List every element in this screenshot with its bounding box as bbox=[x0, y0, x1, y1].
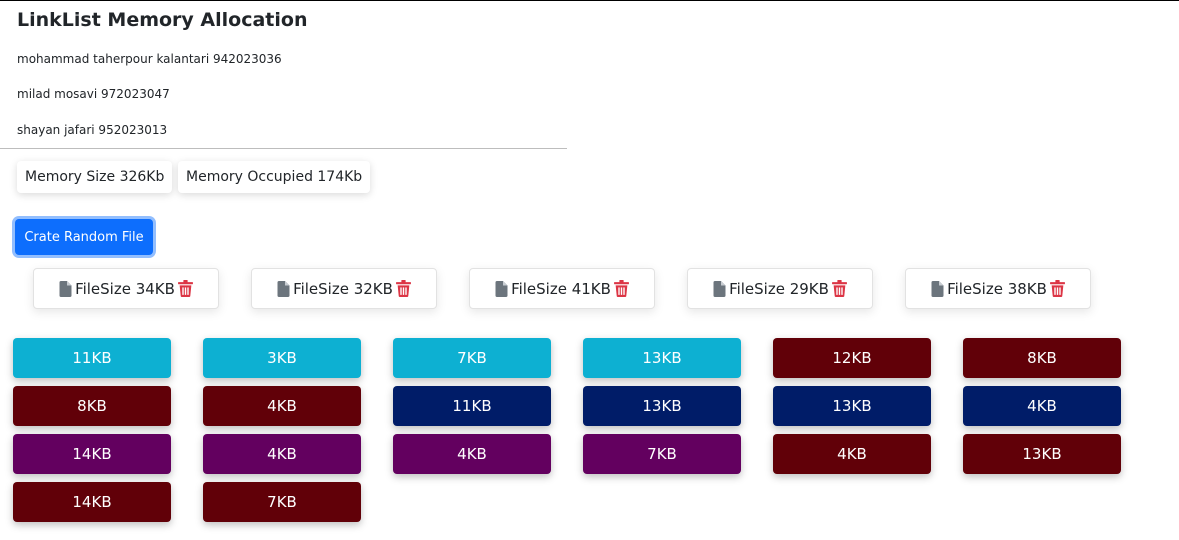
memory-block: 4KB bbox=[773, 434, 931, 474]
file-icon bbox=[495, 280, 508, 297]
memory-block: 13KB bbox=[963, 434, 1121, 474]
trash-icon[interactable] bbox=[178, 280, 193, 297]
memory-block: 8KB bbox=[963, 338, 1121, 378]
memory-block: 14KB bbox=[13, 434, 171, 474]
header-divider bbox=[0, 148, 567, 149]
trash-icon[interactable] bbox=[396, 280, 411, 297]
memory-block: 3KB bbox=[203, 338, 361, 378]
file-size-label: FileSize 34KB bbox=[75, 279, 175, 298]
memory-block: 14KB bbox=[13, 482, 171, 522]
file-card: FileSize 41KB bbox=[469, 268, 655, 309]
memory-block: 11KB bbox=[393, 386, 551, 426]
file-icon bbox=[59, 280, 72, 297]
memory-block: 8KB bbox=[13, 386, 171, 426]
author-line: mohammad taherpour kalantari 942023036 bbox=[17, 52, 282, 66]
memory-block: 7KB bbox=[393, 338, 551, 378]
memory-block: 12KB bbox=[773, 338, 931, 378]
memory-occupied-card: Memory Occupied 174Kb bbox=[178, 161, 371, 193]
memory-block: 11KB bbox=[13, 338, 171, 378]
author-line: shayan jafari 952023013 bbox=[17, 123, 168, 137]
file-card: FileSize 32KB bbox=[251, 268, 437, 309]
memory-block: 4KB bbox=[203, 386, 361, 426]
memory-block: 4KB bbox=[203, 434, 361, 474]
file-size-label: FileSize 41KB bbox=[511, 279, 611, 298]
file-card: FileSize 29KB bbox=[687, 268, 873, 309]
trash-icon[interactable] bbox=[614, 280, 629, 297]
file-card: FileSize 34KB bbox=[33, 268, 219, 309]
memory-block: 7KB bbox=[583, 434, 741, 474]
file-card: FileSize 38KB bbox=[905, 268, 1091, 309]
file-size-label: FileSize 38KB bbox=[947, 279, 1047, 298]
author-line: milad mosavi 972023047 bbox=[17, 87, 170, 101]
memory-block: 4KB bbox=[963, 386, 1121, 426]
memory-size-card: Memory Size 326Kb bbox=[17, 161, 173, 193]
page-title: LinkList Memory Allocation bbox=[17, 9, 308, 31]
file-icon bbox=[277, 280, 290, 297]
memory-block: 13KB bbox=[773, 386, 931, 426]
file-icon bbox=[931, 280, 944, 297]
memory-block: 7KB bbox=[203, 482, 361, 522]
top-divider bbox=[0, 0, 1179, 1]
create-random-file-button[interactable]: Crate Random File bbox=[15, 219, 153, 255]
file-size-label: FileSize 32KB bbox=[293, 279, 393, 298]
memory-block: 13KB bbox=[583, 386, 741, 426]
file-icon bbox=[713, 280, 726, 297]
trash-icon[interactable] bbox=[832, 280, 847, 297]
memory-block: 4KB bbox=[393, 434, 551, 474]
file-size-label: FileSize 29KB bbox=[729, 279, 829, 298]
memory-block: 13KB bbox=[583, 338, 741, 378]
trash-icon[interactable] bbox=[1050, 280, 1065, 297]
